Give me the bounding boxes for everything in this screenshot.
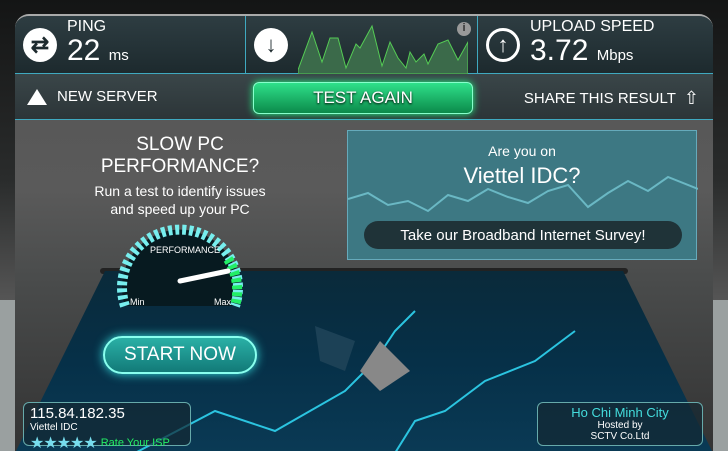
client-info: 115.84.182.35 Viettel IDC ★★★★★ Rate Your… — [23, 402, 191, 451]
promo-title: SLOW PC PERFORMANCE? — [100, 134, 260, 177]
pc-performance-promo: SLOW PC PERFORMANCE? Run a test to ident… — [55, 134, 305, 218]
info-icon[interactable]: i — [457, 22, 471, 36]
test-again-button[interactable]: TEST AGAIN — [253, 82, 473, 114]
ad-question: Are you on — [488, 143, 556, 159]
gauge-max: Max — [214, 297, 232, 307]
promo-line1: Run a test to identify issues — [94, 183, 266, 199]
start-now-button[interactable]: START NOW — [103, 336, 257, 374]
hosted-by-label: Hosted by — [597, 420, 643, 431]
performance-gauge: PERFORMANCE Min Max — [110, 211, 250, 321]
download-section: ↓ i — [246, 16, 478, 74]
ad-isp: Viettel IDC? — [463, 163, 581, 188]
new-server-label: NEW SERVER — [57, 88, 158, 105]
server-info: Ho Chi Minh City Hosted by SCTV Co.Ltd — [537, 402, 703, 446]
server-icon — [27, 88, 47, 105]
client-isp: Viettel IDC — [30, 422, 78, 433]
survey-button[interactable]: Take our Broadband Internet Survey! — [364, 221, 682, 249]
action-bar: NEW SERVER TEST AGAIN SHARE THIS RESULT ⇧ — [15, 74, 713, 120]
server-host: SCTV Co.Ltd — [590, 431, 650, 442]
ping-section: ⇄ PING 22 ms — [15, 16, 246, 73]
ping-arrows-icon: ⇄ — [23, 27, 57, 62]
upload-section: ↑ UPLOAD SPEED 3.72 Mbps — [478, 16, 713, 73]
speedtest-panel: ⇄ PING 22 ms ↓ i ↑ UPLOAD SPEED 3.72 Mbp… — [15, 14, 713, 451]
server-city: Ho Chi Minh City — [571, 405, 669, 420]
upload-value: 3.72 Mbps — [530, 34, 634, 67]
gauge-label: PERFORMANCE — [150, 245, 221, 255]
share-icon: ⇧ — [683, 88, 699, 108]
new-server-button[interactable]: NEW SERVER — [27, 88, 158, 105]
share-label: SHARE THIS RESULT — [523, 90, 676, 107]
isp-survey-ad[interactable]: Are you on Viettel IDC? Take our Broadba… — [347, 130, 698, 260]
download-arrow-icon: ↓ — [254, 27, 288, 62]
results-bar: ⇄ PING 22 ms ↓ i ↑ UPLOAD SPEED 3.72 Mbp… — [15, 16, 713, 74]
rating-stars[interactable]: ★★★★★ — [30, 433, 98, 451]
share-result-button[interactable]: SHARE THIS RESULT ⇧ — [524, 88, 699, 109]
rate-isp-link[interactable]: Rate Your ISP — [101, 437, 170, 449]
ping-value: 22 ms — [67, 34, 129, 67]
gauge-min: Min — [130, 297, 145, 307]
upload-arrow-icon: ↑ — [486, 27, 520, 62]
download-graph — [298, 24, 468, 74]
client-ip: 115.84.182.35 — [30, 405, 125, 422]
